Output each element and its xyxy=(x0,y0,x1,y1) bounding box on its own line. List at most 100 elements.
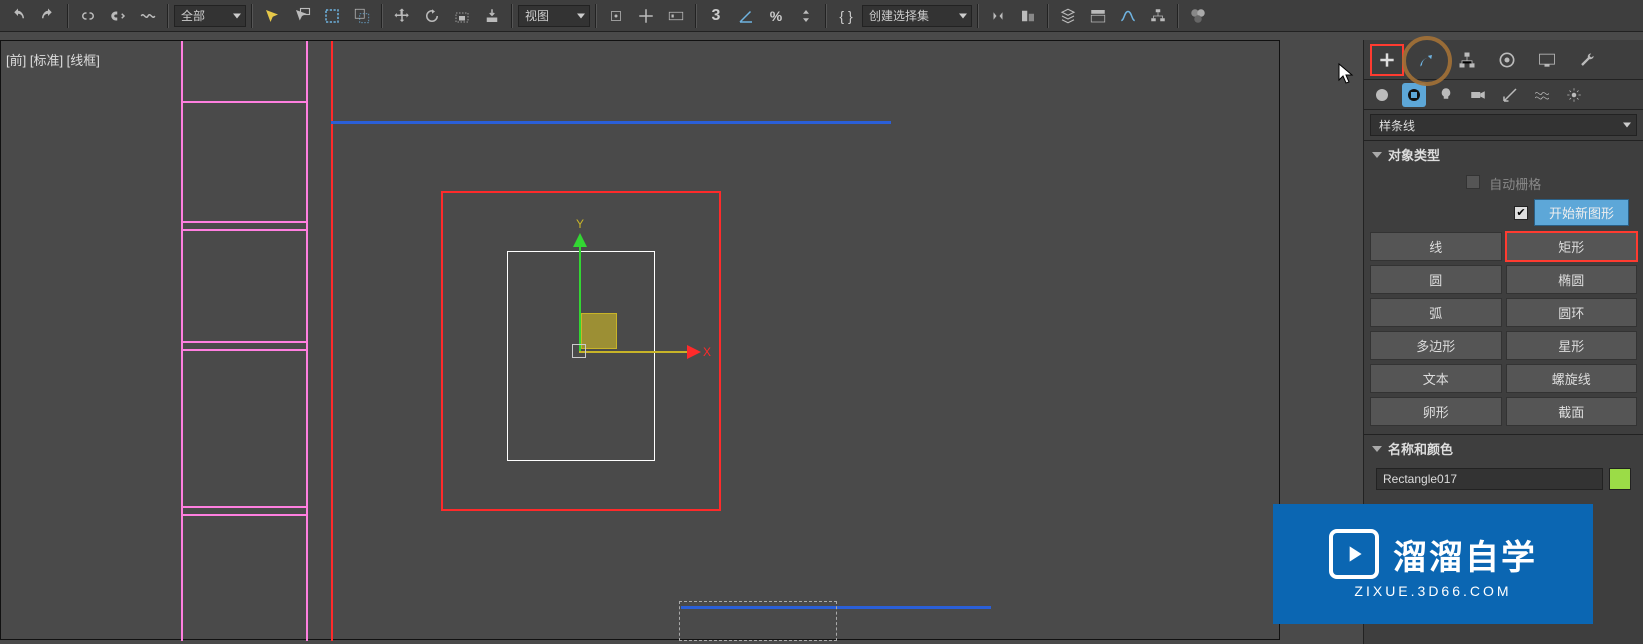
unlink-button[interactable] xyxy=(104,2,132,30)
toolbar-separator xyxy=(1047,4,1049,28)
ngon-button[interactable]: 多边形 xyxy=(1370,331,1502,360)
object-type-rollout-body: 自动栅格 ✔ 开始新图形 线 矩形 圆 椭圆 弧 圆环 多边形 星形 文本 螺旋… xyxy=(1364,168,1643,434)
spacewarps-category-button[interactable] xyxy=(1530,83,1554,107)
toolbar-separator xyxy=(1177,4,1179,28)
display-tab[interactable] xyxy=(1530,44,1564,76)
subcategory-value: 样条线 xyxy=(1379,117,1415,134)
text-button[interactable]: 文本 xyxy=(1370,364,1502,393)
motion-tab[interactable] xyxy=(1490,44,1524,76)
toolbar-separator xyxy=(595,4,597,28)
modify-tab[interactable] xyxy=(1410,44,1444,76)
select-by-name-button[interactable] xyxy=(288,2,316,30)
edit-named-selection-button[interactable]: { } xyxy=(832,2,860,30)
select-rotate-button[interactable] xyxy=(418,2,446,30)
window-crossing-button[interactable] xyxy=(348,2,376,30)
star-button[interactable]: 星形 xyxy=(1506,331,1638,360)
selection-scope-value: 全部 xyxy=(181,7,205,24)
start-new-shape-button[interactable]: 开始新图形 xyxy=(1534,199,1629,226)
lights-category-button[interactable] xyxy=(1434,83,1458,107)
shape-line xyxy=(181,514,308,516)
rectangle-button[interactable]: 矩形 xyxy=(1506,232,1638,261)
cameras-category-button[interactable] xyxy=(1466,83,1490,107)
egg-button[interactable]: 卵形 xyxy=(1370,397,1502,426)
percent-snap-button[interactable]: % xyxy=(762,2,790,30)
viewport-front[interactable]: Y X xyxy=(0,40,1280,640)
curve-editor-button[interactable] xyxy=(1114,2,1142,30)
toolbar-separator xyxy=(695,4,697,28)
systems-category-button[interactable] xyxy=(1562,83,1586,107)
toolbar-separator xyxy=(381,4,383,28)
toolbar-separator xyxy=(511,4,513,28)
schematic-view-button[interactable] xyxy=(1144,2,1172,30)
material-editor-button[interactable] xyxy=(1184,2,1212,30)
command-panel-tabs xyxy=(1364,40,1643,80)
geometry-category-button[interactable] xyxy=(1370,83,1394,107)
brace-icon: { } xyxy=(839,8,852,24)
selection-scope-dropdown[interactable]: 全部 xyxy=(174,5,246,27)
arc-button[interactable]: 弧 xyxy=(1370,298,1502,327)
layer-explorer-button[interactable] xyxy=(1054,2,1082,30)
gizmo-x-axis[interactable] xyxy=(579,351,687,353)
autogrid-checkbox[interactable] xyxy=(1466,175,1480,189)
section-button[interactable]: 截面 xyxy=(1506,397,1638,426)
select-place-button[interactable] xyxy=(478,2,506,30)
watermark-subtitle: ZIXUE.3D66.COM xyxy=(1354,583,1511,599)
toolbar-separator xyxy=(251,4,253,28)
named-selection-dropdown[interactable]: 创建选择集 xyxy=(862,5,972,27)
use-pivot-center-button[interactable] xyxy=(602,2,630,30)
object-type-rollout-title: 对象类型 xyxy=(1388,145,1440,164)
helpers-category-button[interactable] xyxy=(1498,83,1522,107)
redo-button[interactable] xyxy=(34,2,62,30)
gizmo-x-arrow-icon xyxy=(687,345,701,359)
gizmo-x-label: X xyxy=(703,345,711,359)
gizmo-y-arrow-icon xyxy=(573,233,587,247)
viewport-label[interactable]: [前] [标准] [线框] xyxy=(6,50,100,69)
undo-button[interactable] xyxy=(4,2,32,30)
gizmo-xy-plane[interactable] xyxy=(581,313,617,349)
helix-button[interactable]: 螺旋线 xyxy=(1506,364,1638,393)
name-color-rollout-header[interactable]: 名称和颜色 xyxy=(1364,434,1643,462)
watermark-title: 溜溜自学 xyxy=(1393,530,1537,579)
object-type-rollout-header[interactable]: 对象类型 xyxy=(1364,140,1643,168)
name-color-rollout-title: 名称和颜色 xyxy=(1388,439,1453,458)
object-color-swatch[interactable] xyxy=(1609,468,1631,490)
utilities-tab[interactable] xyxy=(1570,44,1604,76)
toolbar-separator xyxy=(67,4,69,28)
start-new-shape-label: 开始新图形 xyxy=(1549,206,1614,221)
angle-snap-button[interactable] xyxy=(732,2,760,30)
hierarchy-tab[interactable] xyxy=(1450,44,1484,76)
toggle-ribbon-button[interactable] xyxy=(1084,2,1112,30)
donut-label: 圆环 xyxy=(1558,306,1584,321)
select-move-button[interactable] xyxy=(388,2,416,30)
select-object-button[interactable] xyxy=(258,2,286,30)
start-new-shape-checkbox[interactable]: ✔ xyxy=(1514,206,1528,220)
reference-coord-dropdown[interactable]: 视图 xyxy=(518,5,590,27)
mirror-button[interactable] xyxy=(984,2,1012,30)
keyboard-shortcut-button[interactable] xyxy=(662,2,690,30)
select-scale-button[interactable] xyxy=(448,2,476,30)
link-button[interactable] xyxy=(74,2,102,30)
rect-select-region-button[interactable] xyxy=(318,2,346,30)
line-label: 线 xyxy=(1429,240,1442,255)
main-toolbar: 全部 视图 3 % xyxy=(0,0,1643,32)
spinner-snap-button[interactable] xyxy=(792,2,820,30)
select-manipulate-button[interactable] xyxy=(632,2,660,30)
shape-line xyxy=(181,229,308,231)
text-label: 文本 xyxy=(1423,372,1449,387)
create-tab[interactable] xyxy=(1370,44,1404,76)
bind-spacewarp-button[interactable] xyxy=(134,2,162,30)
subcategory-dropdown[interactable]: 样条线 xyxy=(1370,114,1637,136)
donut-button[interactable]: 圆环 xyxy=(1506,298,1638,327)
line-button[interactable]: 线 xyxy=(1370,232,1502,261)
shapes-category-button[interactable] xyxy=(1402,83,1426,107)
shape-line xyxy=(181,101,308,103)
snap-toggle-button[interactable]: 3 xyxy=(702,2,730,30)
gizmo-origin[interactable] xyxy=(572,344,586,358)
object-name-input[interactable] xyxy=(1376,468,1603,490)
shape-line xyxy=(181,221,308,223)
gizmo-y-axis[interactable] xyxy=(579,243,581,351)
circle-button[interactable]: 圆 xyxy=(1370,265,1502,294)
gizmo-y-label: Y xyxy=(576,217,584,231)
ellipse-button[interactable]: 椭圆 xyxy=(1506,265,1638,294)
align-button[interactable] xyxy=(1014,2,1042,30)
